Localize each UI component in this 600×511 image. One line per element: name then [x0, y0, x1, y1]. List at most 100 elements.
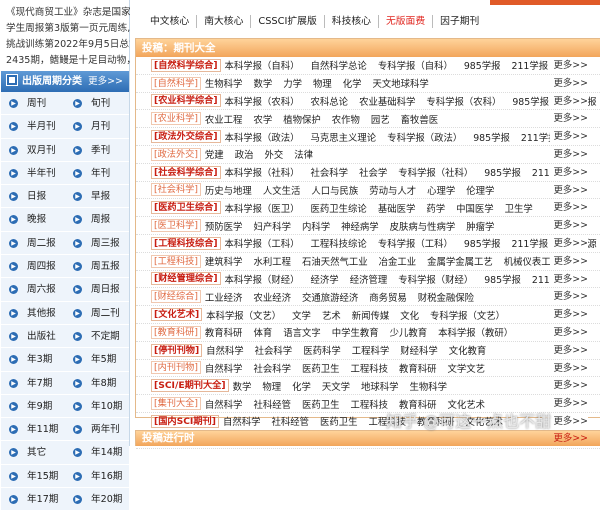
journal-subject-link[interactable]: 文学文艺 — [448, 361, 486, 375]
cycle-item[interactable]: ▶ 年15期 — [1, 465, 65, 488]
category-more-link[interactable]: 更多>> — [549, 74, 588, 92]
nav-link[interactable]: 科技核心 — [325, 14, 379, 28]
journal-subject-link[interactable]: 交通旅游经济 — [302, 290, 358, 304]
journal-subject-link[interactable]: 神经病学 — [341, 219, 379, 233]
journal-subject-link[interactable]: 艺术 — [322, 308, 341, 322]
category-more-link[interactable]: 更多>> — [549, 181, 588, 199]
category-tag[interactable]: [医药卫生综合] — [151, 201, 221, 215]
journal-subject-link[interactable]: 本科学报（农科） — [225, 94, 300, 108]
journal-subject-link[interactable]: 本科学报（文艺） — [206, 308, 281, 322]
cycle-item[interactable]: ▶ 双月刊 — [1, 139, 65, 162]
journal-subject-link[interactable]: 专科学报（财经） — [398, 272, 473, 286]
journal-subject-link[interactable]: 农作物 — [332, 112, 360, 126]
journal-subject-link[interactable]: 伦理学 — [466, 183, 494, 197]
journal-subject-link[interactable]: 药学 — [426, 201, 445, 215]
journal-subject-link[interactable]: 本科学报（自科） — [225, 58, 300, 72]
category-more-link[interactable]: 更多>> — [549, 234, 588, 252]
category-tag[interactable]: [教育科研] — [151, 325, 201, 339]
cycle-item[interactable]: ▶ 半年刊 — [1, 162, 65, 185]
category-more-link[interactable]: 更多>> — [549, 57, 588, 74]
journal-subject-link[interactable]: 政治 — [235, 147, 254, 161]
journal-subject-link[interactable]: 园艺 — [371, 112, 390, 126]
journal-subject-link[interactable]: 985学报 — [464, 236, 501, 250]
journal-subject-link[interactable]: 数学 — [233, 379, 252, 393]
journal-subject-link[interactable]: 人文生活 — [263, 183, 301, 197]
journal-subject-link[interactable]: 工程科技 — [350, 361, 388, 375]
journal-subject-link[interactable]: 人口与民族 — [311, 183, 358, 197]
category-tag[interactable]: [自然科学] — [151, 76, 201, 90]
category-tag[interactable]: [社会科学综合] — [151, 165, 221, 179]
cycle-item[interactable]: ▶ 年14期 — [65, 441, 129, 464]
category-tag[interactable]: [财经综合] — [151, 290, 201, 304]
cycle-item[interactable]: ▶ 旬刊 — [65, 92, 129, 115]
journal-subject-link[interactable]: 本科学报（财经） — [225, 272, 300, 286]
category-more-link[interactable]: 更多>> — [549, 252, 588, 270]
journal-subject-link[interactable]: 工程科技综论 — [311, 236, 367, 250]
cycle-item[interactable]: ▶ 季刊 — [65, 139, 129, 162]
journal-subject-link[interactable]: 力学 — [283, 76, 302, 90]
cycle-item[interactable]: ▶ 年17期 — [1, 488, 65, 511]
journal-subject-link[interactable]: 专科学报（自科） — [378, 58, 453, 72]
category-more-link[interactable]: 更多>> — [549, 323, 588, 341]
journal-subject-link[interactable]: 党建 — [205, 147, 224, 161]
journal-subject-link[interactable]: 卫生学 — [505, 201, 533, 215]
journal-subject-link[interactable]: 经济管理 — [350, 272, 388, 286]
journal-subject-link[interactable]: 985学报 — [473, 130, 510, 144]
category-tag[interactable]: [政法外交综合] — [151, 130, 221, 144]
category-more-link[interactable]: 更多>> — [549, 145, 588, 163]
journal-subject-link[interactable]: 本科学报（政法） — [225, 130, 300, 144]
cycle-item[interactable]: ▶ 日报 — [1, 185, 65, 208]
category-tag[interactable]: [内刊刊物] — [151, 361, 201, 375]
journal-subject-link[interactable]: 社会学 — [359, 165, 387, 179]
journal-subject-link[interactable]: 985学报 — [512, 94, 549, 108]
journal-subject-link[interactable]: 专科学报（工科） — [378, 236, 453, 250]
journal-subject-link[interactable]: 冶金工业 — [379, 254, 417, 268]
journal-subject-link[interactable]: 教育科研 — [399, 361, 437, 375]
journal-subject-link[interactable]: 文化教育 — [449, 343, 487, 357]
sidebar-more-link[interactable]: 更多>> — [88, 71, 123, 92]
journal-subject-link[interactable]: 化学 — [343, 76, 362, 90]
cycle-item[interactable]: ▶ 年8期 — [65, 372, 129, 395]
journal-subject-link[interactable]: 外交 — [264, 147, 283, 161]
journal-subject-link[interactable]: 少儿教育 — [390, 325, 428, 339]
journal-subject-link[interactable]: 植物保护 — [283, 112, 321, 126]
journal-subject-link[interactable]: 医药卫生 — [302, 361, 340, 375]
journal-subject-link[interactable]: 自然科学总论 — [311, 58, 367, 72]
journal-subject-link[interactable]: 物理 — [262, 379, 281, 393]
journal-subject-link[interactable]: 医药卫生综论 — [311, 201, 367, 215]
journal-subject-link[interactable]: 建筑科学 — [205, 254, 243, 268]
journal-subject-link[interactable]: 工程科学 — [352, 343, 390, 357]
cycle-item[interactable]: ▶ 年9期 — [1, 395, 65, 418]
journal-subject-link[interactable]: 马克思主义理论 — [311, 130, 377, 144]
journal-subject-link[interactable]: 社科经管 — [271, 414, 309, 428]
category-tag[interactable]: [集刊大全] — [151, 397, 201, 411]
journal-subject-link[interactable]: 历史与地理 — [205, 183, 252, 197]
journal-subject-link[interactable]: 地球科学 — [361, 379, 399, 393]
journal-subject-link[interactable]: 自然科学 — [205, 397, 243, 411]
category-more-link[interactable]: 更多>> — [549, 359, 588, 377]
journal-subject-link[interactable]: 本科学报（社科） — [225, 165, 300, 179]
journal-subject-link[interactable]: 本科学报（医卫） — [225, 201, 300, 215]
category-more-link[interactable]: 更多>> — [549, 270, 588, 288]
cycle-item[interactable]: ▶ 周四报 — [1, 255, 65, 278]
journal-subject-link[interactable]: 专科学报（社科） — [398, 165, 473, 179]
journal-subject-link[interactable]: 医药科学 — [303, 343, 341, 357]
nav-link[interactable]: 中文核心 — [135, 14, 198, 28]
journal-subject-link[interactable]: 新闻传媒 — [352, 308, 390, 322]
cycle-item[interactable]: ▶ 晚报 — [1, 208, 65, 231]
journal-subject-link[interactable]: 医药卫生 — [302, 397, 340, 411]
journal-subject-link[interactable]: 石油天然气工业 — [302, 254, 368, 268]
cycle-item[interactable]: ▶ 月刊 — [65, 115, 129, 138]
category-more-link[interactable]: 更多>> — [549, 128, 588, 145]
journal-subject-link[interactable]: 农科总论 — [311, 94, 349, 108]
journal-subject-link[interactable]: 文化 — [400, 308, 419, 322]
journal-subject-link[interactable]: 本科学报（教研） — [438, 325, 513, 339]
journal-subject-link[interactable]: 农业经济 — [253, 290, 291, 304]
category-more-link[interactable]: 更多>> — [549, 163, 588, 181]
journal-subject-link[interactable]: 天文地球科学 — [373, 76, 429, 90]
category-tag[interactable]: [医卫科学] — [151, 219, 201, 233]
category-tag[interactable]: [自然科学综合] — [151, 58, 221, 72]
category-tag[interactable]: [停刊刊物] — [151, 343, 203, 357]
category-tag[interactable]: [政法外交] — [151, 147, 201, 161]
journal-subject-link[interactable]: 皮肤病与性病学 — [390, 219, 456, 233]
